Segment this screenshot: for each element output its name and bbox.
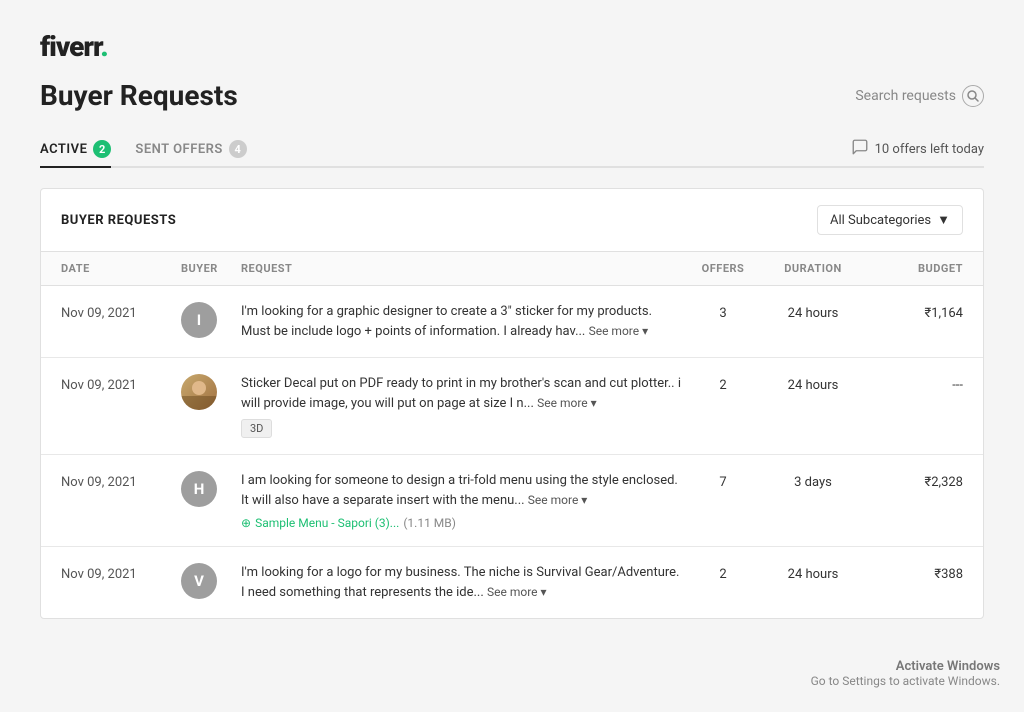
duration-cell: 24 hours xyxy=(763,563,863,582)
card-title: BUYER REQUESTS xyxy=(61,213,176,228)
table-body: Nov 09, 2021 I I'm looking for a graphic… xyxy=(41,286,983,618)
buyer-avatar: I xyxy=(181,302,217,338)
activate-windows-subtitle: Go to Settings to activate Windows. xyxy=(811,674,1000,688)
buyer-cell: I xyxy=(181,302,241,338)
request-text: I am looking for someone to design a tri… xyxy=(241,471,683,510)
attachment-link[interactable]: ⊕ Sample Menu - Sapori (3)... (1.11 MB) xyxy=(241,516,683,530)
subcategory-label: All Subcategories xyxy=(830,213,931,228)
tab-active-label: ACTIVE xyxy=(40,142,87,157)
main-card: BUYER REQUESTS All Subcategories ▼ DATE … xyxy=(40,188,984,619)
see-more-link[interactable]: See more ▾ xyxy=(487,585,547,599)
tab-sent-offers[interactable]: SENT OFFERS 4 xyxy=(135,132,246,168)
col-buyer: BUYER xyxy=(181,262,241,275)
offers-cell: 7 xyxy=(683,471,763,490)
col-offers: OFFERS xyxy=(683,262,763,275)
attachment-name: Sample Menu - Sapori (3)... xyxy=(255,516,399,530)
table-row: Nov 09, 2021 Sticker Decal put on PDF re… xyxy=(41,358,983,455)
col-date: DATE xyxy=(61,262,181,275)
offers-left: 10 offers left today xyxy=(851,138,984,160)
buyer-avatar xyxy=(181,374,217,410)
table-row: Nov 09, 2021 V I'm looking for a logo fo… xyxy=(41,547,983,618)
card-header: BUYER REQUESTS All Subcategories ▼ xyxy=(41,189,983,252)
attachment-size: (1.11 MB) xyxy=(403,516,456,530)
duration-cell: 3 days xyxy=(763,471,863,490)
request-text: I'm looking for a graphic designer to cr… xyxy=(241,302,683,341)
tab-sent-offers-label: SENT OFFERS xyxy=(135,142,222,157)
budget-cell: ₹388 xyxy=(863,563,963,582)
table-row: Nov 09, 2021 I I'm looking for a graphic… xyxy=(41,286,983,358)
offers-cell: 3 xyxy=(683,302,763,321)
search-icon[interactable] xyxy=(962,85,984,107)
offers-cell: 2 xyxy=(683,374,763,393)
buyer-avatar: V xyxy=(181,563,217,599)
col-request: REQUEST xyxy=(241,262,683,275)
tab-active[interactable]: ACTIVE 2 xyxy=(40,132,111,168)
subcategory-dropdown[interactable]: All Subcategories ▼ xyxy=(817,205,963,235)
logo-dot: . xyxy=(100,30,107,63)
budget-cell: --- xyxy=(863,374,963,393)
buyer-avatar: H xyxy=(181,471,217,507)
search-label: Search requests xyxy=(855,88,956,104)
col-duration: DURATION xyxy=(763,262,863,275)
request-text: Sticker Decal put on PDF ready to print … xyxy=(241,374,683,413)
offers-icon xyxy=(851,138,869,160)
request-cell: I'm looking for a graphic designer to cr… xyxy=(241,302,683,341)
tab-sent-offers-badge: 4 xyxy=(229,140,247,158)
budget-cell: ₹2,328 xyxy=(863,471,963,490)
col-budget: BUDGET xyxy=(863,262,963,275)
see-more-link[interactable]: See more ▾ xyxy=(528,493,588,507)
tag: 3D xyxy=(241,419,272,438)
buyer-cell: V xyxy=(181,563,241,599)
page-header: Buyer Requests Search requests xyxy=(40,79,984,112)
logo-text: fiverr xyxy=(40,30,100,63)
request-cell: I'm looking for a logo for my business. … xyxy=(241,563,683,602)
tabs-row: ACTIVE 2 SENT OFFERS 4 10 offers left to… xyxy=(40,132,984,168)
table-row: Nov 09, 2021 H I am looking for someone … xyxy=(41,455,983,547)
fiverr-logo: fiverr. xyxy=(40,30,984,63)
budget-cell: ₹1,164 xyxy=(863,302,963,321)
see-more-link[interactable]: See more ▾ xyxy=(537,396,597,410)
date-cell: Nov 09, 2021 xyxy=(61,302,181,321)
buyer-cell: H xyxy=(181,471,241,507)
date-cell: Nov 09, 2021 xyxy=(61,563,181,582)
search-box[interactable]: Search requests xyxy=(855,85,984,107)
tabs-left: ACTIVE 2 SENT OFFERS 4 xyxy=(40,132,271,166)
duration-cell: 24 hours xyxy=(763,302,863,321)
date-cell: Nov 09, 2021 xyxy=(61,471,181,490)
request-text: I'm looking for a logo for my business. … xyxy=(241,563,683,602)
duration-cell: 24 hours xyxy=(763,374,863,393)
tab-active-badge: 2 xyxy=(93,140,111,158)
request-cell: Sticker Decal put on PDF ready to print … xyxy=(241,374,683,438)
page-title: Buyer Requests xyxy=(40,79,238,112)
date-cell: Nov 09, 2021 xyxy=(61,374,181,393)
see-more-link[interactable]: See more ▾ xyxy=(589,324,649,338)
buyer-cell xyxy=(181,374,241,410)
chevron-down-icon: ▼ xyxy=(937,212,950,228)
offers-cell: 2 xyxy=(683,563,763,582)
table-header: DATE BUYER REQUEST OFFERS DURATION BUDGE… xyxy=(41,252,983,286)
attachment-icon: ⊕ xyxy=(241,516,251,530)
request-cell: I am looking for someone to design a tri… xyxy=(241,471,683,530)
activate-windows-overlay: Activate Windows Go to Settings to activ… xyxy=(811,659,1000,688)
offers-left-text: 10 offers left today xyxy=(875,142,984,157)
activate-windows-title: Activate Windows xyxy=(811,659,1000,674)
